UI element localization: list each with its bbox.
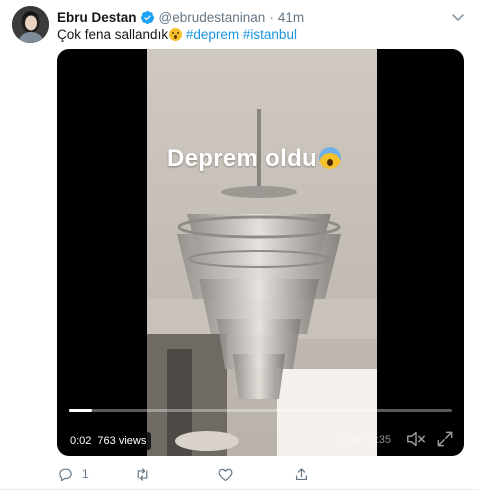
video-progress-fill [69,409,92,412]
astonished-face-emoji [169,28,183,41]
tweet-header: Ebru Destan @ebrudestaninan · 41m [57,8,304,26]
tweet-actions: 1 [57,465,357,483]
video-progress-bar[interactable] [69,409,452,412]
like-button[interactable] [217,465,242,483]
video-frame-chandelier [147,49,377,456]
like-heart-icon [218,468,233,481]
avatar[interactable] [12,6,49,43]
reply-count: 1 [82,467,89,481]
reply-button[interactable]: 1 [57,465,89,483]
screaming-face-emoji [318,147,341,169]
separator-dot: · [269,9,274,25]
tweet-text-body: Çok fena sallandık [57,27,169,42]
tweet-time[interactable]: 41m [278,10,304,25]
video-timecode: 0:03 / 0:35 [339,434,391,446]
share-button[interactable] [293,465,310,483]
fullscreen-icon[interactable] [435,429,455,449]
hashtag-istanbul[interactable]: #istanbul [243,27,297,42]
video-overlay-caption: Deprem oldu [167,145,341,173]
chevron-down-icon[interactable] [451,10,465,24]
video-elapsed: 0:02 [70,435,92,447]
author-name[interactable]: Ebru Destan [57,10,137,25]
share-icon [295,467,308,480]
tweet[interactable]: Ebru Destan @ebrudestaninan · 41m Çok fe… [0,0,479,490]
verified-badge-icon [140,10,154,24]
video-views: 763 views [97,435,147,447]
reply-icon [59,468,72,481]
hashtag-deprem[interactable]: #deprem [186,27,239,42]
retweet-icon [137,467,148,481]
retweet-button[interactable] [134,465,159,483]
video-stats-badge: 0:02 763 views [65,432,152,450]
video-player[interactable]: Deprem oldu 0:02 763 views 0:03 / 0:35 [57,49,464,456]
author-handle[interactable]: @ebrudestaninan [159,10,266,25]
tweet-text: Çok fena sallandık #deprem #istanbul [57,26,297,44]
overlay-caption-text: Deprem oldu [167,145,317,172]
speaker-muted-icon[interactable] [405,428,427,450]
